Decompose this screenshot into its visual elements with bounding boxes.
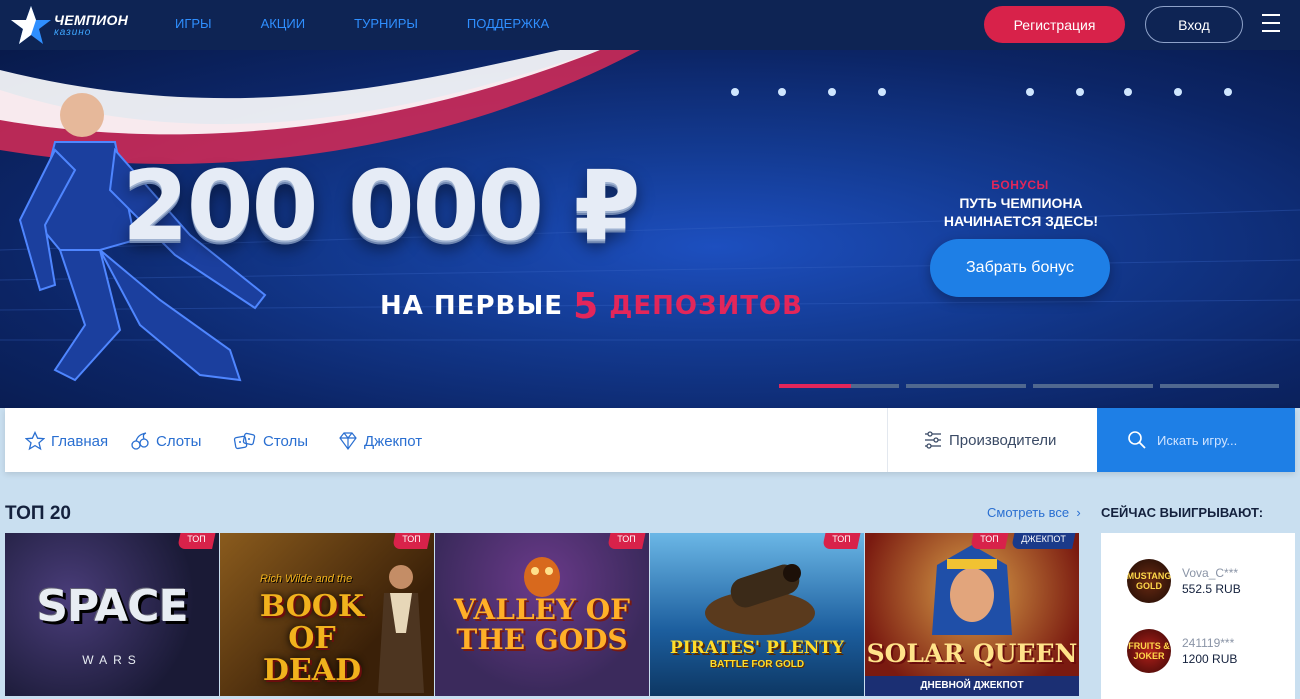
- cherry-icon: [131, 432, 149, 450]
- game-subtitle: WARS: [82, 653, 142, 667]
- see-all-label: Смотреть все: [987, 505, 1070, 520]
- slider-dot[interactable]: [1160, 384, 1279, 388]
- queen-illustration: [932, 545, 1012, 635]
- main-nav: ИГРЫ АКЦИИ ТУРНИРЫ ПОДДЕРЖКА: [175, 16, 598, 31]
- site-header: ЧЕМПИОН казино ИГРЫ АКЦИИ ТУРНИРЫ ПОДДЕР…: [0, 0, 1300, 50]
- category-jackpot-label: Джекпот: [364, 432, 423, 450]
- top-badge: ТОП: [607, 533, 646, 549]
- nav-games[interactable]: ИГРЫ: [175, 16, 212, 31]
- top-badge: ТОП: [392, 533, 431, 549]
- top-badge: ТОП: [970, 533, 1009, 549]
- register-button[interactable]: Регистрация: [984, 6, 1125, 43]
- promo-title: ПУТЬ ЧЕМПИОНА НАЧИНАЕТСЯ ЗДЕСЬ!: [943, 195, 1099, 229]
- diamond-icon: [339, 432, 357, 451]
- winners-panel: MUSTANG GOLD Vova_C*** 552.5 RUB FRUITS …: [1101, 533, 1295, 699]
- category-home-label: Главная: [51, 432, 109, 450]
- slider-dot[interactable]: [779, 384, 899, 388]
- logo-title: ЧЕМПИОН: [54, 12, 129, 28]
- bonus-amount: 200 000 ₽: [122, 150, 640, 262]
- game-title: BOOK OF DEAD: [259, 589, 365, 688]
- winner-name: Vova_C***: [1182, 566, 1239, 580]
- deposits-pre: НА ПЕРВЫЕ: [380, 291, 564, 321]
- jackpot-badge: ДЖЕКПОТ: [1011, 533, 1076, 549]
- game-card-pirates-plenty[interactable]: PIRATES' PLENTY BATTLE FOR GOLD ТОП: [650, 533, 864, 696]
- game-title: SOLAR QUEEN: [866, 639, 1078, 668]
- winner-item[interactable]: FRUITS & JOKER 241119*** 1200 RUB: [1127, 629, 1287, 677]
- game-card-valley-of-the-gods[interactable]: VALLEY OF THE GODS ТОП: [435, 533, 649, 696]
- slider-dot-progress: [779, 384, 851, 388]
- top-badge: ТОП: [822, 533, 861, 549]
- game-title: PIRATES' PLENTY: [669, 638, 845, 658]
- winners-title: СЕЙЧАС ВЫИГРЫВАЮТ:: [1101, 505, 1264, 520]
- search-box[interactable]: [1097, 408, 1295, 472]
- deposits-post: ДЕПОЗИТОВ: [609, 291, 803, 321]
- category-bar: Главная Слоты Столы Джекпот Производител…: [5, 408, 1295, 472]
- providers-filter[interactable]: Производители: [887, 408, 1097, 472]
- filter-sliders-icon: [925, 431, 941, 449]
- category-tables-label: Столы: [263, 432, 309, 450]
- nav-tournaments[interactable]: ТУРНИРЫ: [354, 16, 418, 31]
- nav-promotions[interactable]: АКЦИИ: [261, 16, 306, 31]
- game-card-solar-queen[interactable]: SOLAR QUEEN ДНЕВНОЙ ДЖЕКПОТ ТОП ДЖЕКПОТ: [865, 533, 1079, 696]
- deposits-count: 5: [573, 286, 600, 327]
- winner-amount: 1200 RUB: [1182, 652, 1238, 666]
- logo-subtitle: казино: [54, 27, 92, 38]
- deposits-text: НА ПЕРВЫЕ 5 ДЕПОЗИТОВ: [380, 282, 803, 327]
- top-section-title: ТОП 20: [5, 503, 71, 524]
- game-subtitle: BATTLE FOR GOLD: [709, 659, 805, 670]
- winner-amount: 552.5 RUB: [1182, 582, 1241, 596]
- category-home[interactable]: Главная: [25, 430, 108, 452]
- category-tables[interactable]: Столы: [233, 430, 308, 452]
- winner-item[interactable]: MUSTANG GOLD Vova_C*** 552.5 RUB: [1127, 559, 1287, 607]
- logo[interactable]: ЧЕМПИОН казино: [10, 4, 130, 44]
- scarab-icon: [524, 557, 560, 597]
- game-title: VALLEY OF THE GODS: [454, 593, 630, 656]
- hamburger-menu-icon[interactable]: [1262, 14, 1280, 34]
- category-slots[interactable]: Слоты: [130, 430, 201, 452]
- game-avatar: FRUITS & JOKER: [1127, 629, 1171, 673]
- search-icon: [1128, 431, 1146, 449]
- winner-name: 241119***: [1182, 636, 1235, 650]
- top-badge: ТОП: [177, 533, 216, 549]
- game-card-space-wars[interactable]: SPACE WARS ТОП: [5, 533, 219, 696]
- promo-kicker: БОНУСЫ: [991, 178, 1049, 192]
- category-jackpot[interactable]: Джекпот: [338, 430, 422, 452]
- slider-dot[interactable]: [906, 384, 1026, 388]
- claim-bonus-button[interactable]: Забрать бонус: [930, 239, 1110, 297]
- daily-jackpot-strip: ДНЕВНОЙ ДЖЕКПОТ: [865, 676, 1079, 696]
- chevron-right-icon: ›: [1072, 505, 1081, 520]
- explorer-illustration: [378, 565, 424, 693]
- search-input[interactable]: [1157, 432, 1287, 448]
- game-subtitle: Rich Wilde and the: [260, 573, 353, 585]
- top-games-list: SPACE WARS ТОП Rich Wilde and the BOOK O…: [5, 533, 1080, 699]
- providers-label: Производители: [949, 431, 1057, 449]
- game-title: SPACE: [36, 581, 188, 632]
- game-card-book-of-dead[interactable]: Rich Wilde and the BOOK OF DEAD ТОП: [220, 533, 434, 696]
- login-button[interactable]: Вход: [1145, 6, 1243, 43]
- star-logo-icon: [11, 6, 51, 44]
- nav-support[interactable]: ПОДДЕРЖКА: [467, 16, 549, 31]
- see-all-link[interactable]: Смотреть все ›: [987, 505, 1081, 520]
- game-avatar: MUSTANG GOLD: [1127, 559, 1171, 603]
- star-icon: [25, 431, 45, 451]
- dice-icon: [233, 432, 256, 450]
- slider-indicators: [779, 384, 1279, 388]
- cannon-illustration: [705, 564, 815, 635]
- slider-dot[interactable]: [1033, 384, 1153, 388]
- promo-banner[interactable]: 200 000 ₽ НА ПЕРВЫЕ 5 ДЕПОЗИТОВ БОНУСЫ П…: [0, 50, 1300, 408]
- category-slots-label: Слоты: [156, 432, 202, 450]
